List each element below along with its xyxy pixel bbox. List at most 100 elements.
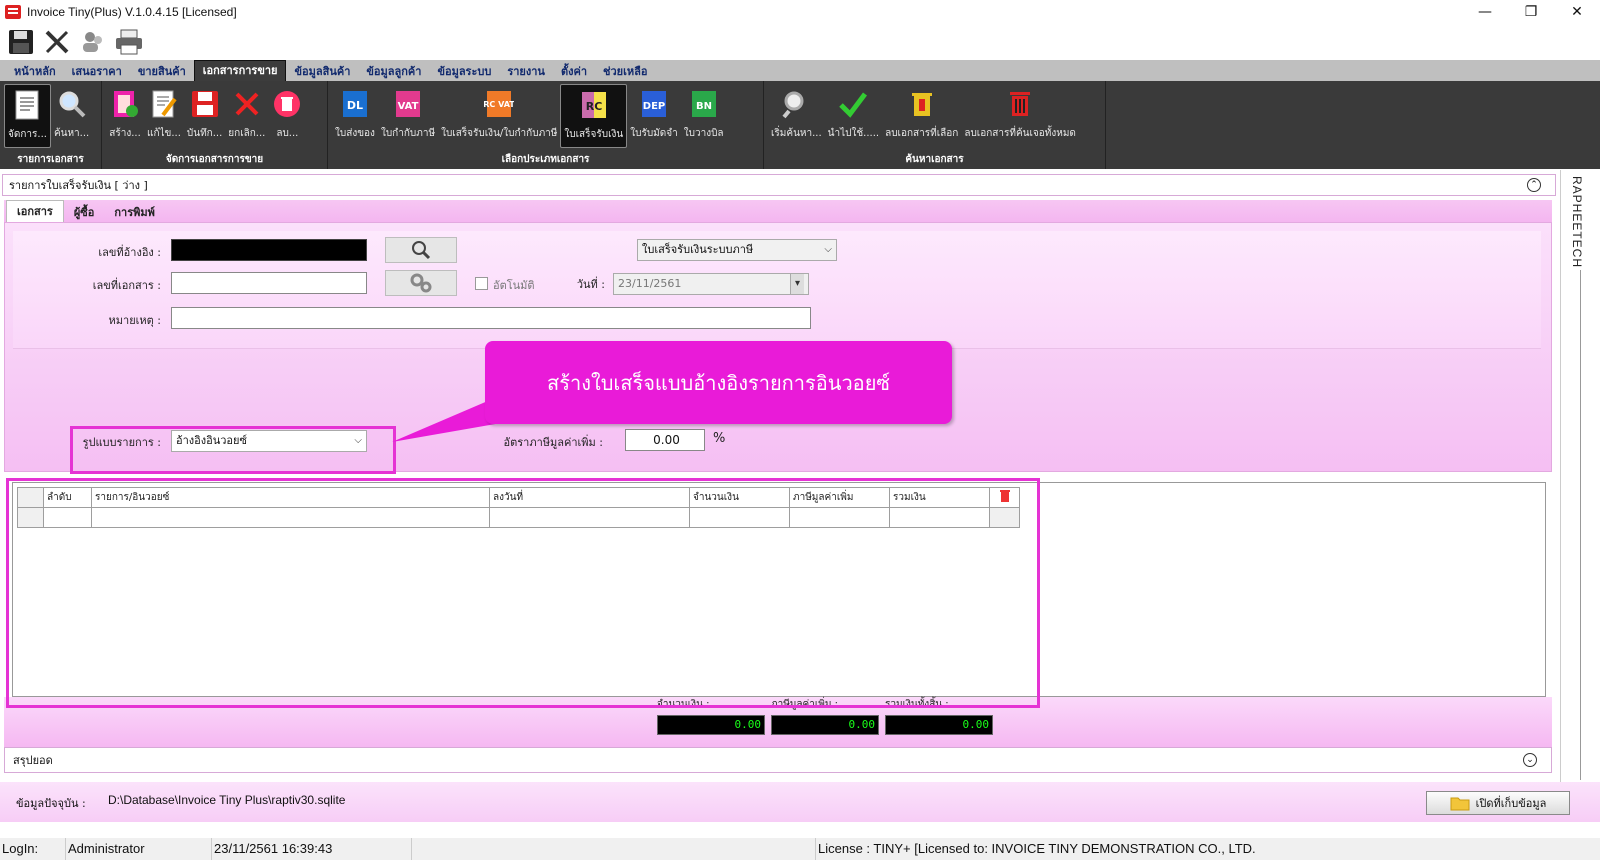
new-document-icon — [109, 88, 141, 120]
ref-no-input[interactable] — [171, 239, 367, 261]
close-button[interactable]: ✕ — [1554, 0, 1600, 24]
search-ref-button[interactable] — [385, 237, 457, 263]
receipt-icon: RC — [578, 89, 610, 121]
receipt-button[interactable]: RC ใบเสร็จรับเงิน — [560, 84, 628, 148]
cancel-document-button[interactable]: ยกเลิก... — [225, 84, 268, 148]
gears-icon — [410, 273, 432, 293]
magnifier-icon — [56, 88, 88, 120]
delete-selected-button[interactable]: ลบเอกสารที่เลือก — [882, 84, 961, 148]
receipt-tax-invoice-button[interactable]: RC VAT ใบเสร็จรับเงิน/ใบกำกับภาษี — [438, 84, 560, 148]
search-list-button[interactable]: ค้นหา... — [51, 84, 92, 148]
ribbon: จัดการ... ค้นหา... รายการเอกสาร สร้าง...… — [0, 81, 1600, 169]
tab-customers[interactable]: ข้อมูลลูกค้า — [358, 62, 429, 81]
delivery-note-icon: DL — [339, 88, 371, 120]
vat-rate-input[interactable]: 0.00 — [625, 429, 705, 451]
deposit-receipt-button[interactable]: DEP ใบรับมัดจำ — [627, 84, 681, 148]
manage-button[interactable]: จัดการ... — [4, 84, 51, 148]
grid-highlight — [6, 478, 1040, 708]
minimize-button[interactable]: — — [1462, 0, 1508, 24]
restore-button[interactable]: ❐ — [1508, 0, 1554, 24]
document-type-select[interactable]: ใบเสร็จรับเงินระบบภาษี ⌵ — [637, 239, 837, 261]
receipt-tax-icon: RC VAT — [483, 88, 515, 120]
doc-no-label: เลขที่เอกสาร : — [92, 279, 161, 292]
printer-icon[interactable] — [112, 26, 146, 58]
tab-help[interactable]: ช่วยเหลือ — [595, 62, 655, 81]
grand-total-value: 0.00 — [885, 715, 993, 735]
edit-button[interactable]: แก้ไข... — [144, 84, 184, 148]
floppy-icon — [189, 88, 221, 120]
document-subtabs: เอกสาร ผู้ซื้อ การพิมพ์ — [4, 200, 1552, 222]
note-label: หมายเหตุ : — [108, 314, 161, 327]
subtab-document[interactable]: เอกสาร — [6, 200, 64, 222]
auto-number-checkbox[interactable] — [475, 277, 488, 290]
sidebar-divider — [1580, 270, 1581, 780]
collapse-up-icon[interactable]: ⌃ — [1527, 178, 1541, 192]
generate-number-button[interactable] — [385, 270, 457, 296]
window-title: Invoice Tiny(Plus) V.1.0.4.15 [Licensed] — [27, 5, 237, 19]
bin-one-icon — [906, 88, 938, 120]
ribbon-group-document-type: DL ใบส่งของ VAT ใบกำกับภาษี RC VAT ใบเสร… — [328, 81, 764, 169]
note-input[interactable] — [171, 307, 811, 329]
search-icon — [412, 241, 431, 260]
login-user: Administrator — [66, 838, 212, 860]
checkmark-icon — [837, 88, 869, 120]
svg-text:DEP: DEP — [643, 101, 665, 112]
create-button[interactable]: สร้าง... — [106, 84, 144, 148]
quick-access-toolbar — [0, 24, 1600, 60]
delivery-note-button[interactable]: DL ใบส่งของ — [332, 84, 378, 148]
bin-all-icon — [1004, 88, 1036, 120]
right-sidebar: RAPHEETECH — [1560, 170, 1600, 782]
tab-sales-documents[interactable]: เอกสารการขาย — [193, 60, 287, 81]
ribbon-group-manage-sales: สร้าง... แก้ไข... บันทึก... ยกเลิก... ลบ… — [102, 81, 328, 169]
svg-text:BN: BN — [696, 101, 712, 112]
trash-circle-icon — [271, 88, 303, 120]
billing-note-button[interactable]: BN ใบวางบิล — [681, 84, 727, 148]
open-data-folder-button[interactable]: เปิดที่เก็บข้อมูล — [1426, 791, 1570, 815]
save-icon[interactable] — [4, 26, 38, 58]
expand-down-icon[interactable]: ⌄ — [1523, 753, 1537, 767]
tab-sales[interactable]: ขายสินค้า — [130, 62, 194, 81]
calendar-dropdown-icon: ▾ — [790, 274, 804, 294]
tax-invoice-icon: VAT — [392, 88, 424, 120]
vat-total-value: 0.00 — [771, 715, 879, 735]
delete-all-found-button[interactable]: ลบเอกสารที่ค้นเจอทั้งหมด — [961, 84, 1079, 148]
tax-invoice-button[interactable]: VAT ใบกำกับภาษี — [378, 84, 438, 148]
window-controls: — ❐ ✕ — [1462, 0, 1600, 24]
tab-settings[interactable]: ตั้งค่า — [553, 62, 595, 81]
sidebar-brand[interactable]: RAPHEETECH — [1570, 176, 1584, 268]
svg-text:RC VAT: RC VAT — [484, 100, 514, 109]
tab-reports[interactable]: รายงาน — [499, 62, 553, 81]
title-bar: Invoice Tiny(Plus) V.1.0.4.15 [Licensed]… — [0, 0, 1600, 24]
chevron-down-icon: ⌵ — [824, 244, 832, 255]
delete-document-button[interactable]: ลบ... — [268, 84, 306, 148]
search-start-icon — [780, 88, 812, 120]
deposit-icon: DEP — [638, 88, 670, 120]
tab-products[interactable]: ข้อมูลสินค้า — [286, 62, 358, 81]
date-picker[interactable]: 23/11/2561 ▾ — [613, 273, 809, 295]
current-data-label: ข้อมูลปัจจุบัน : — [16, 797, 86, 810]
subtab-printing[interactable]: การพิมพ์ — [104, 203, 165, 222]
tab-system[interactable]: ข้อมูลระบบ — [429, 62, 499, 81]
tools-icon[interactable] — [40, 26, 74, 58]
callout-annotation: สร้างใบเสร็จแบบอ้างอิงรายการอินวอยซ์ — [485, 341, 952, 424]
folder-icon — [1450, 797, 1470, 811]
save-document-button[interactable]: บันทึก... — [184, 84, 225, 148]
users-icon[interactable] — [76, 26, 110, 58]
svg-text:RC: RC — [586, 100, 603, 113]
doc-no-input[interactable] — [171, 272, 367, 294]
summary-label: สรุปยอด — [13, 754, 53, 767]
tab-home[interactable]: หน้าหลัก — [6, 62, 64, 81]
status-bar: LogIn: Administrator 23/11/2561 16:39:43… — [0, 838, 1600, 860]
login-label: LogIn: — [0, 838, 66, 860]
subtab-buyer[interactable]: ผู้ซื้อ — [64, 203, 105, 222]
panel-title: รายการใบเสร็จรับเงิน [ ว่าง ] — [9, 179, 148, 192]
start-search-button[interactable]: เริ่มค้นหา... — [768, 84, 825, 148]
apply-button[interactable]: นำไปใช้..... — [825, 84, 882, 148]
ref-no-label: เลขที่อ้างอิง : — [98, 246, 161, 259]
tab-quotation[interactable]: เสนอราคา — [64, 62, 130, 81]
panel-header: รายการใบเสร็จรับเงิน [ ว่าง ] ⌃ — [2, 174, 1556, 196]
ribbon-group-search-documents: เริ่มค้นหา... นำไปใช้..... ลบเอกสารที่เล… — [764, 81, 1106, 169]
summary-bar[interactable]: สรุปยอด ⌄ — [4, 747, 1552, 773]
date-label: วันที่ : — [576, 278, 605, 291]
cancel-x-icon — [231, 88, 263, 120]
